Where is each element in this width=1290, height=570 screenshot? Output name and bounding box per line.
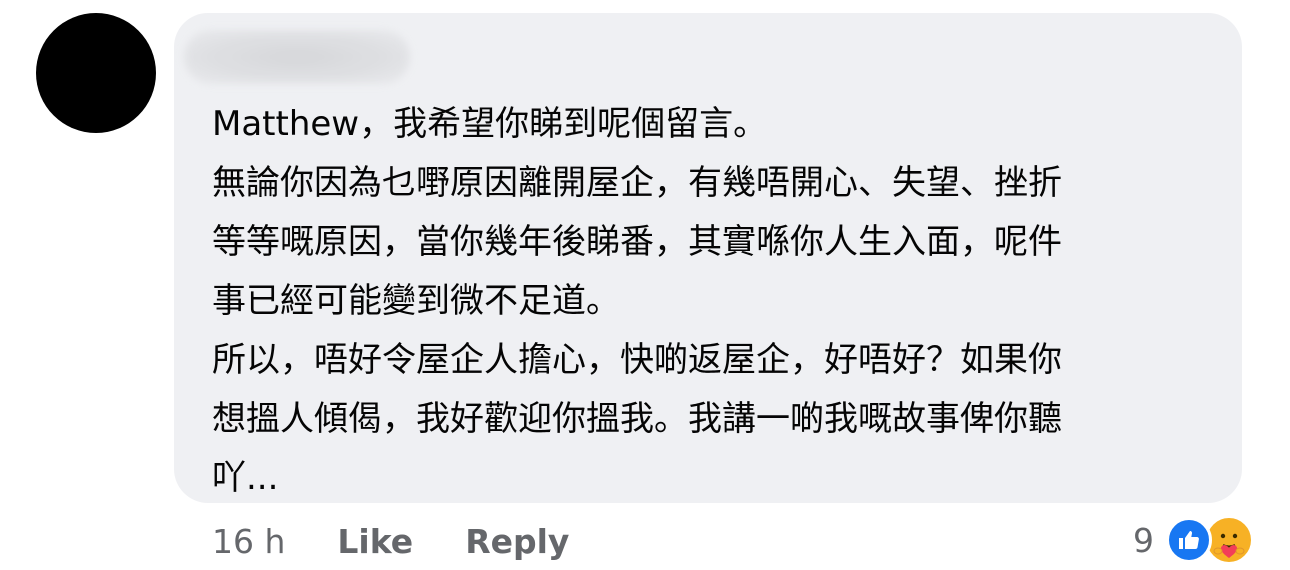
comment-line: 等等嘅原因，當你幾年後睇番，其實喺你人生入面，呢件 [212,222,1062,262]
reaction-count[interactable]: 9 [1133,521,1154,560]
comment-line: 想搵人傾偈，我好歡迎你搵我。我講一啲我嘅故事俾你聽 [212,399,1062,439]
comment-bubble: Matthew，我希望你睇到呢個留言。 無論你因為乜嘢原因離開屋企，有幾唔開心、… [174,13,1242,503]
comment-line: 所以，唔好令屋企人擔心，快啲返屋企，好唔好？如果你 [212,340,1062,380]
author-name-blurred[interactable] [184,30,410,84]
like-icon [1166,517,1212,563]
comment-line: 吖... [212,458,279,498]
comment-line: 事已經可能變到微不足道。 [212,281,620,321]
comment-line: 無論你因為乜嘢原因離開屋企，有幾唔開心、失望、挫折 [212,163,1062,203]
comment-actions: 16 h Like Reply [212,518,621,564]
timestamp[interactable]: 16 h [212,522,285,561]
avatar[interactable] [36,13,156,133]
comment-text: Matthew，我希望你睇到呢個留言。 無論你因為乜嘢原因離開屋企，有幾唔開心、… [212,95,1212,508]
reply-button[interactable]: Reply [465,522,569,561]
reactions-summary[interactable]: 9 [1133,512,1254,568]
comment-line: Matthew，我希望你睇到呢個留言。 [212,104,768,144]
like-button[interactable]: Like [337,522,413,561]
